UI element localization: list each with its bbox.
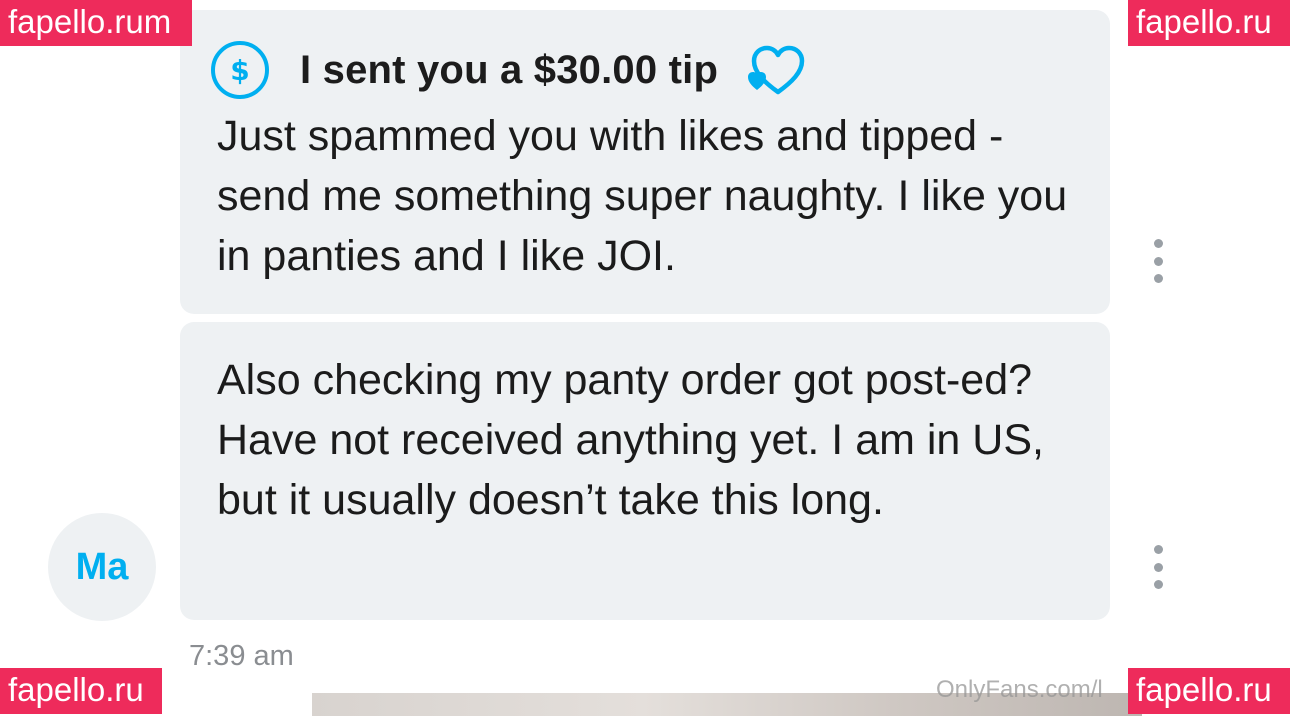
heart-icon [748,45,805,95]
watermark-badge: fapello.rum [0,0,192,46]
tip-header: $ I sent you a $30.00 tip [210,40,810,100]
message-timestamp: 7:39 am [189,640,294,672]
dollar-circle-icon: $ [211,41,269,99]
watermark-badge: fapello.ru [1128,0,1290,46]
chat-screen: $ I sent you a $30.00 tip Just spammed y… [0,0,1290,716]
watermark-badge: fapello.ru [0,668,162,714]
tip-message-bubble[interactable]: $ I sent you a $30.00 tip Just spammed y… [180,10,1110,314]
avatar[interactable]: Ma [48,513,156,621]
message-options-icon[interactable] [1148,239,1168,283]
message-text: Also checking my panty order got post-ed… [217,356,1044,524]
watermark-badge: fapello.ru [1128,668,1290,714]
tip-amount-text: I sent you a $30.00 tip [300,47,719,92]
message-options-icon[interactable] [1148,545,1168,589]
onlyfans-watermark: OnlyFans.com/l [936,676,1103,703]
message-text: Just spammed you with likes and tipped -… [217,112,1068,280]
svg-text:$: $ [230,54,249,87]
message-bubble[interactable]: Also checking my panty order got post-ed… [180,322,1110,620]
